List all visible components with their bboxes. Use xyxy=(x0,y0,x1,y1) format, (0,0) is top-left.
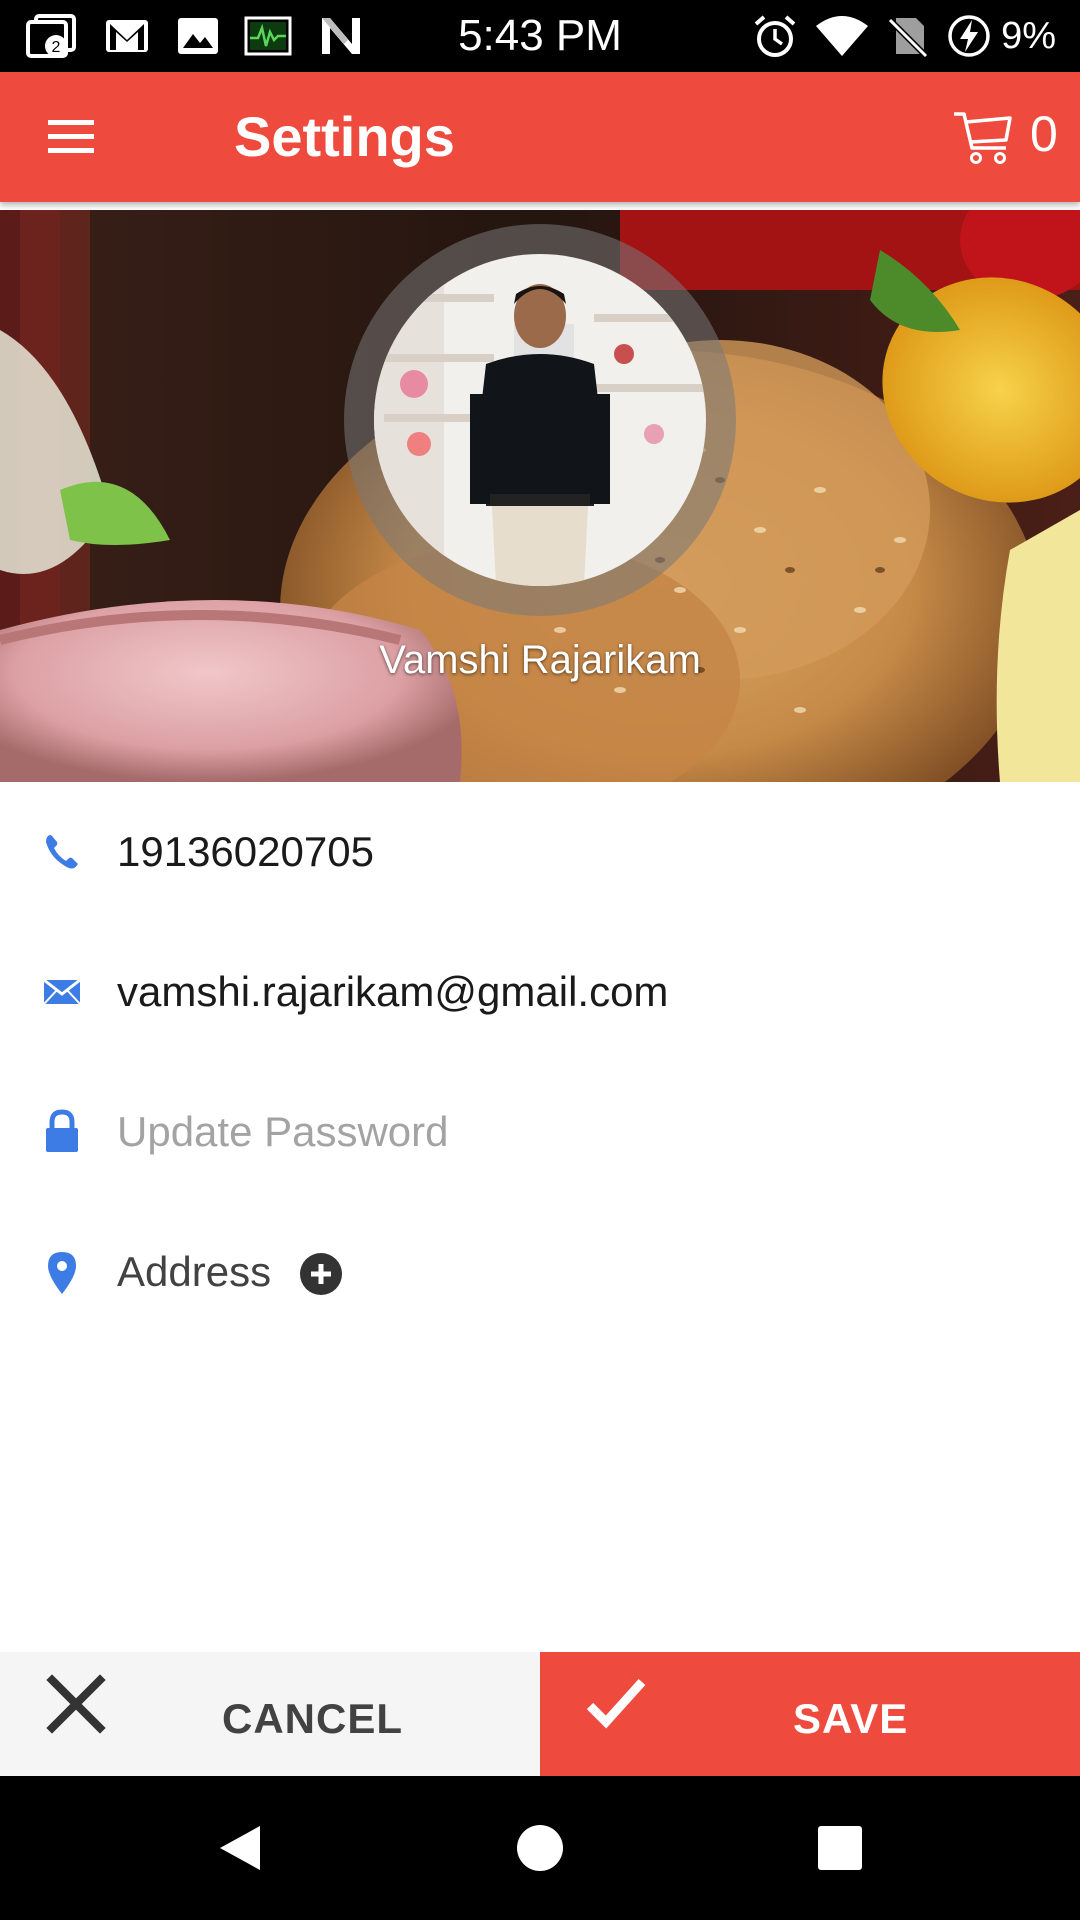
cancel-label: CANCEL xyxy=(222,1695,403,1742)
profile-name: Vamshi Rajarikam xyxy=(379,638,701,682)
page-title: Settings xyxy=(234,105,455,168)
save-label: SAVE xyxy=(793,1695,909,1742)
lock-icon xyxy=(46,1109,78,1152)
recents-icon[interactable] xyxy=(814,1822,866,1874)
cart-icon[interactable] xyxy=(952,108,1014,168)
app-bar: Settings 0 xyxy=(0,72,1080,202)
phone-icon xyxy=(46,835,78,869)
settings-screen: 2 5:43 PM 9% Settings 0 Vamshi Rajarikam… xyxy=(0,0,1080,1920)
back-icon[interactable] xyxy=(214,1822,266,1874)
email-address: vamshi.rajarikam@gmail.com xyxy=(117,968,669,1015)
phone-number: 19136020705 xyxy=(117,828,374,875)
password-field[interactable]: Update Password xyxy=(117,1106,449,1158)
avatar-ring xyxy=(344,224,736,616)
save-button[interactable]: SAVE xyxy=(540,1652,1080,1776)
no-sim-icon xyxy=(887,17,929,58)
hamburger-menu-icon[interactable] xyxy=(42,114,100,160)
profile-photo xyxy=(374,254,706,586)
password-row[interactable]: Update Password xyxy=(0,1082,1080,1182)
email-row[interactable]: vamshi.rajarikam@gmail.com xyxy=(0,942,1080,1042)
phone-row[interactable]: 19136020705 xyxy=(0,802,1080,902)
home-icon[interactable] xyxy=(514,1822,566,1874)
wifi-icon xyxy=(816,16,868,56)
check-icon xyxy=(586,1678,646,1729)
alarm-icon xyxy=(754,15,796,57)
close-icon xyxy=(46,1674,106,1734)
avatar[interactable] xyxy=(374,254,706,586)
system-nav-bar xyxy=(0,1776,1080,1920)
battery-percentage: 9% xyxy=(1001,15,1056,57)
cart-count: 0 xyxy=(1030,106,1058,162)
add-circle-icon[interactable] xyxy=(299,1252,343,1296)
location-pin-icon xyxy=(48,1252,76,1294)
address-label: Address xyxy=(117,1248,272,1295)
profile-header: Vamshi Rajarikam xyxy=(0,210,1080,782)
battery-charging-icon xyxy=(948,15,990,57)
status-bar: 2 5:43 PM 9% xyxy=(0,0,1080,72)
address-row: Address xyxy=(0,1222,1080,1322)
cancel-button[interactable]: CANCEL xyxy=(0,1652,540,1776)
mail-icon xyxy=(43,978,81,1005)
